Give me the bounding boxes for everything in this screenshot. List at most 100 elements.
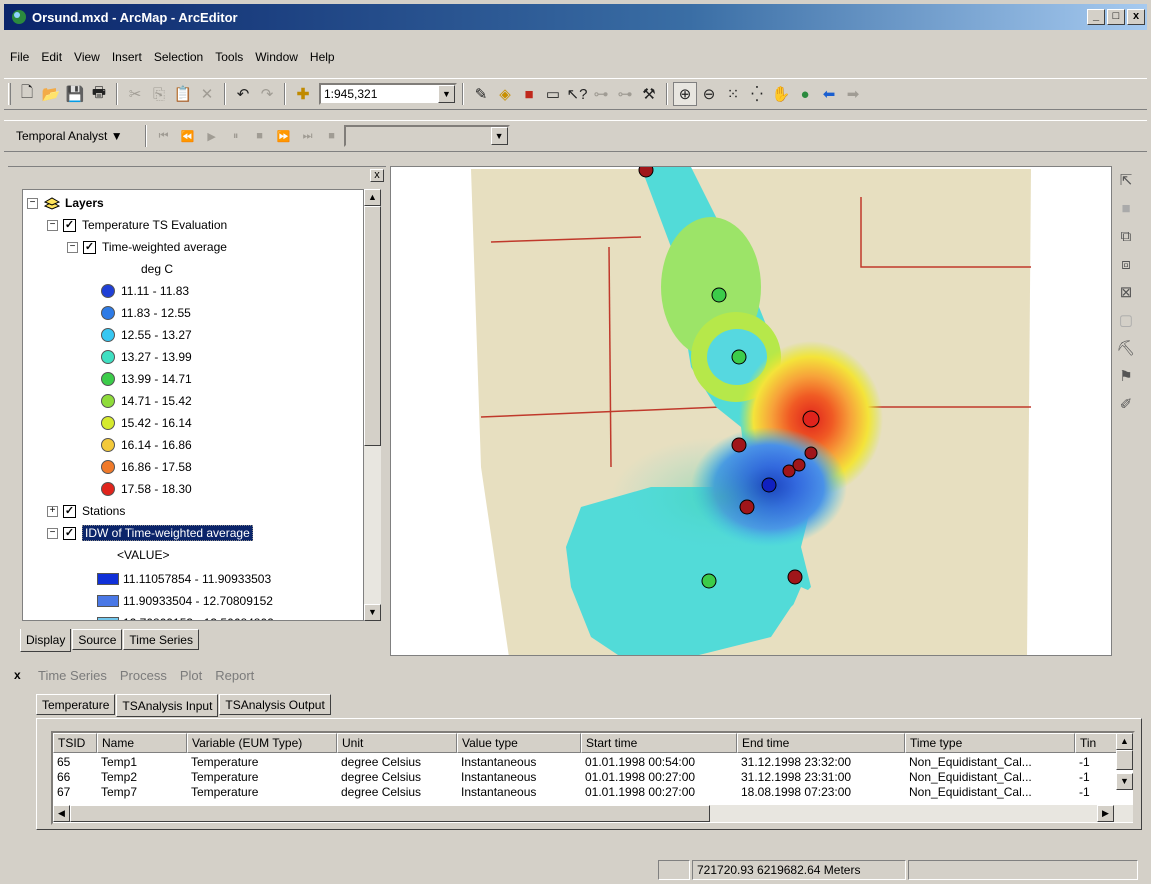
scroll-up-icon[interactable]: ▲ xyxy=(1116,733,1133,750)
tree-row-temperature-ts[interactable]: − ✓ Temperature TS Evaluation xyxy=(47,214,227,236)
legend-class-row[interactable]: 16.14 - 16.86 xyxy=(101,434,192,456)
save-icon[interactable]: 💾 xyxy=(63,82,87,106)
paste-icon[interactable]: 📋 xyxy=(171,82,195,106)
chevron-down-icon[interactable]: ▼ xyxy=(438,85,455,103)
rewind-icon[interactable]: ⏪ xyxy=(176,124,200,148)
measure-icon[interactable]: ✐ xyxy=(1114,390,1138,418)
close-icon[interactable]: x xyxy=(370,169,384,182)
select-features-icon[interactable]: ⧈ xyxy=(1114,250,1138,278)
toc-scrollbar[interactable]: ▲ ▼ xyxy=(364,189,381,621)
station-marker[interactable] xyxy=(802,410,820,428)
scroll-thumb[interactable] xyxy=(364,206,381,446)
visibility-checkbox[interactable]: ✓ xyxy=(83,240,96,254)
temporal-analyst-menu[interactable]: Temporal Analyst ▼ xyxy=(8,124,131,148)
scroll-thumb[interactable] xyxy=(70,805,710,822)
visibility-checkbox[interactable]: ✓ xyxy=(63,218,76,232)
column-header[interactable]: Time type xyxy=(905,733,1075,753)
redo-icon[interactable]: ↷ xyxy=(255,82,279,106)
station-marker[interactable] xyxy=(761,477,777,493)
scroll-thumb[interactable] xyxy=(1116,750,1133,770)
new-icon[interactable]: 🗋 xyxy=(15,82,39,106)
box-icon[interactable]: ▢ xyxy=(1114,306,1138,334)
map-canvas[interactable] xyxy=(391,167,1112,656)
tab-source[interactable]: Source xyxy=(72,629,123,650)
cut-icon[interactable]: ✂ xyxy=(123,82,147,106)
play-icon[interactable]: ▶ xyxy=(200,124,224,148)
tree-row-stations[interactable]: + ✓ Stations xyxy=(47,500,125,522)
tree-row-layers[interactable]: − Layers xyxy=(27,192,104,214)
tsa-menu-time-series[interactable]: Time Series xyxy=(38,668,112,683)
column-header[interactable]: End time xyxy=(737,733,905,753)
fixed-zoom-out-icon[interactable]: ⁛ xyxy=(745,82,769,106)
maximize-button[interactable]: □ xyxy=(1107,9,1125,25)
identify-icon[interactable]: ⧉ xyxy=(1114,222,1138,250)
pause-icon[interactable]: ⏸ xyxy=(224,124,248,148)
menu-help[interactable]: Help xyxy=(304,50,341,64)
hyperlink-icon[interactable]: ⚑ xyxy=(1114,362,1138,390)
scroll-up-icon[interactable]: ▲ xyxy=(364,189,381,206)
station-marker[interactable] xyxy=(638,167,654,178)
menu-file[interactable]: File xyxy=(4,50,35,64)
undo-icon[interactable]: ↶ xyxy=(231,82,255,106)
scroll-down-icon[interactable]: ▼ xyxy=(364,604,381,621)
menu-insert[interactable]: Insert xyxy=(106,50,148,64)
legend-class-row[interactable]: 13.99 - 14.71 xyxy=(101,368,192,390)
tsa-menu-report[interactable]: Report xyxy=(215,668,259,683)
copy-icon[interactable]: ⎘ xyxy=(147,82,171,106)
column-header[interactable]: TSID xyxy=(53,733,97,753)
station-marker[interactable] xyxy=(711,287,727,303)
station-marker[interactable] xyxy=(731,437,747,453)
close-button[interactable]: x xyxy=(1127,9,1145,25)
legend-class-row[interactable]: 17.58 - 18.30 xyxy=(101,478,192,500)
station-marker[interactable] xyxy=(792,458,806,472)
tsa-menu-plot[interactable]: Plot xyxy=(180,668,207,683)
close-icon[interactable]: x xyxy=(14,668,21,682)
tab-tsanalysis-input[interactable]: TSAnalysis Input xyxy=(116,694,219,717)
horizontal-scrollbar[interactable]: ◀ ▶ xyxy=(53,805,1133,822)
legend-class-row[interactable]: 16.86 - 17.58 xyxy=(101,456,192,478)
collapse-icon[interactable]: − xyxy=(47,527,58,539)
tool-icon[interactable]: ⚒ xyxy=(637,82,661,106)
column-header[interactable]: Unit xyxy=(337,733,457,753)
idw-class-row[interactable]: 12.70809153 - 13.50684802 xyxy=(97,612,274,620)
station-marker[interactable] xyxy=(787,569,803,585)
chevron-down-icon[interactable]: ▼ xyxy=(490,127,508,145)
skip-to-end-icon[interactable]: ⏭ xyxy=(296,124,320,148)
skip-to-start-icon[interactable]: ⏮ xyxy=(152,124,176,148)
full-extent-globe-icon[interactable]: ● xyxy=(793,82,817,106)
minimize-button[interactable]: _ xyxy=(1087,9,1105,25)
record-icon[interactable]: ■ xyxy=(320,124,344,148)
column-header[interactable]: Value type xyxy=(457,733,581,753)
command-line-icon[interactable]: ▭ xyxy=(541,82,565,106)
model-icon[interactable]: ⊶ xyxy=(589,82,613,106)
clear-selection-icon[interactable]: ⊠ xyxy=(1114,278,1138,306)
tab-time-series[interactable]: Time Series xyxy=(123,629,199,650)
tsa-menu-process[interactable]: Process xyxy=(120,668,172,683)
legend-class-row[interactable]: 13.27 - 13.99 xyxy=(101,346,192,368)
fixed-zoom-in-icon[interactable]: ⁙ xyxy=(721,82,745,106)
map-scale-combo[interactable]: 1:945,321 ▼ xyxy=(319,83,457,105)
station-marker[interactable] xyxy=(804,446,818,460)
table-row[interactable]: 66 Temp2 Temperature degree Celsius Instanta… xyxy=(53,770,1133,785)
open-icon[interactable]: 📂 xyxy=(39,82,63,106)
legend-class-row[interactable]: 12.55 - 13.27 xyxy=(101,324,192,346)
arctoolbox-icon[interactable]: ■ xyxy=(517,82,541,106)
arccatalog-icon[interactable]: ◈ xyxy=(493,82,517,106)
collapse-icon[interactable]: − xyxy=(47,219,58,231)
add-data-icon[interactable]: ✚ xyxy=(291,82,315,106)
station-marker[interactable] xyxy=(701,573,717,589)
scroll-down-icon[interactable]: ▼ xyxy=(1116,773,1133,790)
print-icon[interactable]: 🖶 xyxy=(87,82,111,106)
legend-class-row[interactable]: 14.71 - 15.42 xyxy=(101,390,192,412)
zoom-in-icon[interactable]: ⊕ xyxy=(673,82,697,106)
select-elements-icon[interactable]: ⇱ xyxy=(1114,166,1138,194)
legend-class-row[interactable]: 11.11 - 11.83 xyxy=(101,280,189,302)
visibility-checkbox[interactable]: ✓ xyxy=(63,526,76,540)
model-run-icon[interactable]: ⊶ xyxy=(613,82,637,106)
column-header[interactable]: Start time xyxy=(581,733,737,753)
stop-square-icon[interactable]: ■ xyxy=(1114,194,1138,222)
legend-class-row[interactable]: 15.42 - 16.14 xyxy=(101,412,192,434)
scroll-right-icon[interactable]: ▶ xyxy=(1097,805,1114,822)
stop-icon[interactable]: ■ xyxy=(248,124,272,148)
tab-tsanalysis-output[interactable]: TSAnalysis Output xyxy=(219,694,331,715)
